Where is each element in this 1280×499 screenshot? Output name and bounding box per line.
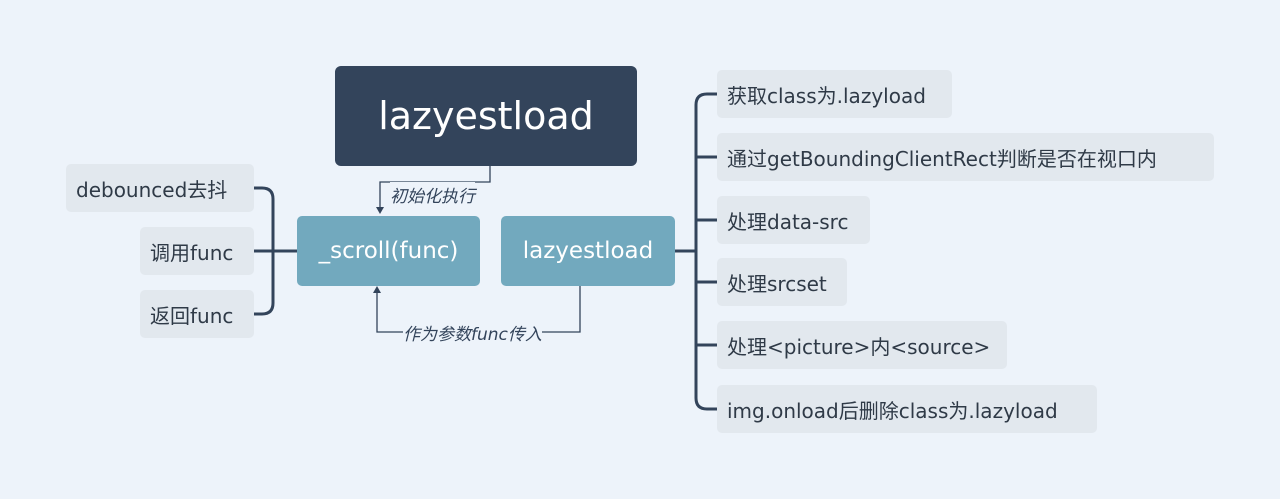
mind-map-canvas: lazyestload _scroll(func) lazyestload 初始… (0, 0, 1280, 499)
leaf-bounding-rect[interactable]: 通过getBoundingClientRect判断是否在视口内 (717, 133, 1214, 181)
leaf-data-src[interactable]: 处理data-src (717, 196, 870, 244)
leaf-return-func[interactable]: 返回func (140, 290, 254, 338)
leaf-call-func[interactable]: 调用func (140, 227, 254, 275)
node-lazyestload[interactable]: lazyestload (501, 216, 675, 286)
connector-scroll-leaves (252, 186, 299, 316)
arrow-head-init (376, 207, 384, 214)
root-node-lazyestload[interactable]: lazyestload (335, 66, 637, 166)
leaf-picture-source[interactable]: 处理<picture>内<source> (717, 321, 1007, 369)
edge-label-param: 作为参数func传入 (403, 320, 542, 345)
arrow-head-param (373, 286, 381, 293)
edge-label-init: 初始化执行 (390, 182, 475, 207)
leaf-img-onload[interactable]: img.onload后删除class为.lazyload (717, 385, 1097, 433)
leaf-debounced[interactable]: debounced去抖 (66, 164, 254, 212)
node-scroll-func[interactable]: _scroll(func) (297, 216, 480, 286)
connector-lazy-leaves (673, 92, 719, 411)
leaf-srcset[interactable]: 处理srcset (717, 258, 847, 306)
leaf-get-class[interactable]: 获取class为.lazyload (717, 70, 952, 118)
